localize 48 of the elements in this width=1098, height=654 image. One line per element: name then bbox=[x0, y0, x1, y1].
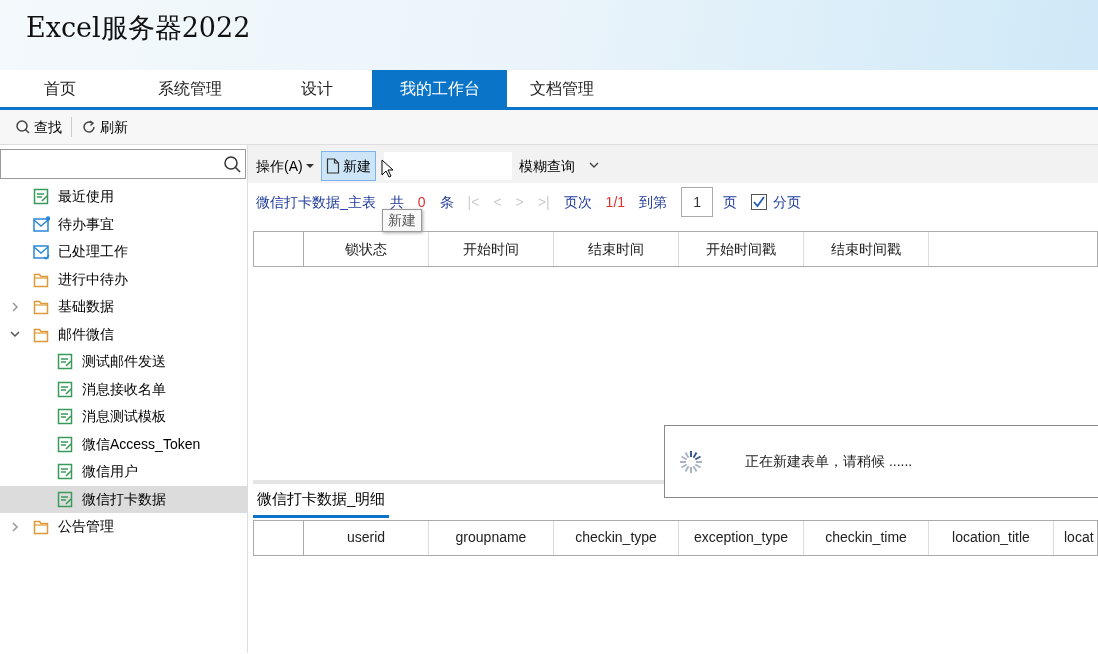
app-title: Excel服务器2022 bbox=[26, 11, 251, 45]
tree-item[interactable]: 微信用户 bbox=[0, 458, 247, 486]
column-header: checkin_time bbox=[804, 520, 929, 555]
nav-tab[interactable]: 设计 bbox=[262, 70, 372, 107]
total-label: 共 bbox=[389, 192, 404, 212]
action-menu[interactable]: 操作(A) bbox=[253, 153, 317, 179]
column-header: userid bbox=[304, 520, 429, 555]
new-button[interactable]: 新建 bbox=[320, 151, 376, 181]
total-count: 0 bbox=[417, 192, 426, 212]
tree-item[interactable]: 最近使用 bbox=[0, 183, 247, 211]
column-header: locat bbox=[1063, 528, 1095, 547]
detail-tab[interactable]: 微信打卡数据_明细 bbox=[253, 484, 390, 518]
nav-tab[interactable]: 我的工作台 bbox=[372, 70, 507, 107]
tree-item[interactable]: 微信打卡数据 bbox=[0, 485, 247, 513]
filter-dropdown[interactable]: 模糊查询 bbox=[515, 153, 602, 179]
tree-item[interactable]: 待办事宜 bbox=[0, 210, 247, 238]
tree-item[interactable]: 消息接收名单 bbox=[0, 375, 247, 403]
table-title: 微信打卡数据_主表 bbox=[256, 192, 376, 212]
tree-item[interactable]: 测试邮件发送 bbox=[0, 348, 247, 376]
tree-item[interactable]: 邮件微信 bbox=[0, 320, 247, 348]
tree-item[interactable]: 进行中待办 bbox=[0, 265, 247, 293]
page-number: 1/1 bbox=[605, 192, 626, 212]
refresh-button[interactable]: 刷新 bbox=[78, 114, 131, 140]
column-header: 开始时间戳 bbox=[679, 232, 804, 266]
nav-tab[interactable]: 系统管理 bbox=[117, 70, 262, 107]
tree-item[interactable]: 基础数据 bbox=[0, 293, 247, 321]
nav-tab[interactable]: 文档管理 bbox=[507, 70, 617, 107]
goto-label: 到第 bbox=[639, 192, 668, 212]
column-header: 开始时间 bbox=[429, 232, 554, 266]
loading-message: 正在新建表单，请稍候 ...... bbox=[745, 452, 913, 471]
total-unit: 条 bbox=[439, 192, 454, 212]
tooltip: 新建 bbox=[382, 209, 422, 232]
column-header: 结束时间 bbox=[554, 232, 679, 266]
page-label: 页次 bbox=[563, 192, 592, 212]
page-input[interactable]: 1 bbox=[681, 187, 714, 217]
tree-item[interactable]: 已处理工作 bbox=[0, 238, 247, 266]
tree-item[interactable]: 公告管理 bbox=[0, 513, 247, 541]
paging-label: 分页 bbox=[773, 192, 802, 212]
nav-tab[interactable]: 首页 bbox=[2, 70, 117, 107]
column-header: location_title bbox=[929, 520, 1054, 555]
tree-item[interactable]: 微信Access_Token bbox=[0, 430, 247, 458]
column-header: checkin_type bbox=[554, 520, 679, 555]
column-header: exception_type bbox=[679, 520, 804, 555]
column-header: 结束时间戳 bbox=[804, 232, 929, 266]
tree-item[interactable]: 消息测试模板 bbox=[0, 403, 247, 431]
page-suffix: 页 bbox=[723, 192, 738, 212]
column-header: groupname bbox=[429, 520, 554, 555]
search-button[interactable]: 查找 bbox=[12, 114, 65, 140]
